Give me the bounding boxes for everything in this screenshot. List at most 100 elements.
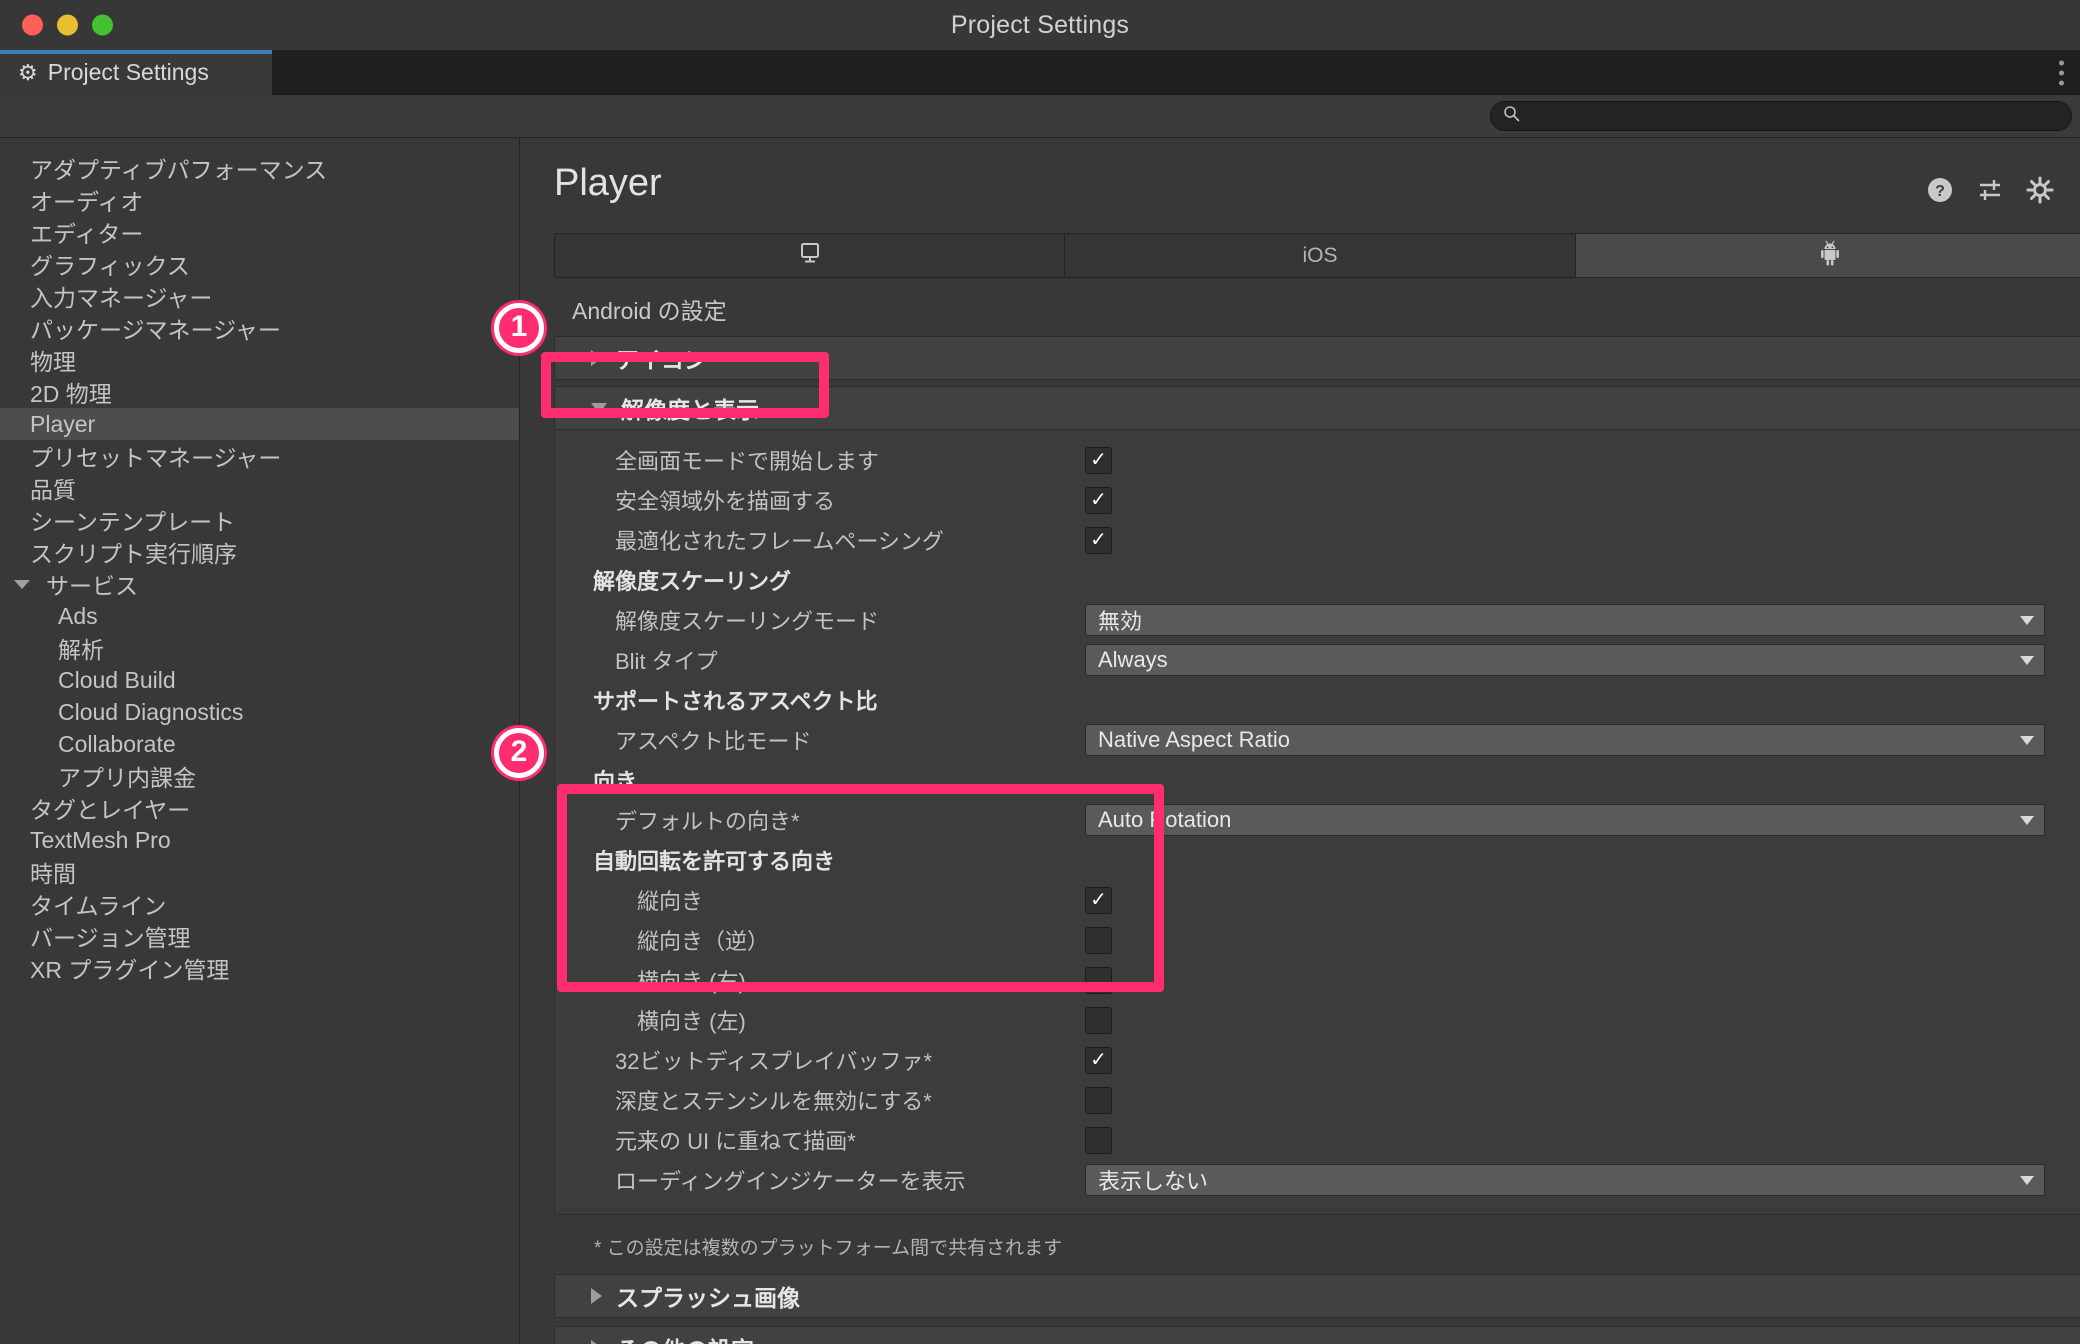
sidebar-item-9[interactable]: プリセットマネージャー [0, 440, 519, 472]
platform-tabs[interactable]: iOS [554, 233, 2080, 278]
gear-icon[interactable] [2026, 176, 2054, 209]
kebab-menu-icon[interactable] [2059, 60, 2064, 85]
help-icon[interactable]: ? [1926, 176, 1954, 209]
checkbox[interactable]: ✓ [1085, 1046, 1112, 1074]
sidebar-item-10[interactable]: 品質 [0, 472, 519, 504]
settings-row-label: 横向き (右) [637, 969, 746, 994]
settings-row-label: 縦向き（逆） [637, 929, 770, 954]
settings-row-checkbox[interactable]: 32ビットディスプレイバッファ* ✓ [555, 1040, 2080, 1080]
checkbox[interactable]: ✓ [1085, 486, 1112, 514]
platform-tab-0[interactable] [555, 234, 1066, 277]
sidebar-item-label: グラフィックス [30, 253, 190, 279]
search-input[interactable] [1528, 105, 2059, 127]
close-window-button[interactable] [22, 14, 43, 36]
settings-row-checkbox[interactable]: 安全領域外を描画する ✓ [555, 480, 2080, 520]
sidebar-item-12[interactable]: スクリプト実行順序 [0, 536, 519, 568]
settings-row-dropdown[interactable]: デフォルトの向き* Auto Rotation [555, 800, 2080, 840]
checkbox[interactable] [1085, 1126, 1112, 1154]
maximize-window-button[interactable] [92, 14, 113, 36]
checkbox[interactable] [1085, 1086, 1112, 1114]
dropdown-value: Native Aspect Ratio [1098, 727, 1290, 752]
settings-panel: Android の設定 アイコン 解像度と表示 全画面モードで開始します ✓ 安全領… [554, 278, 2080, 1344]
settings-row-label: デフォルトの向き* [615, 809, 800, 834]
chevron-down-icon[interactable] [14, 579, 30, 589]
preset-sliders-icon[interactable] [1976, 176, 2004, 209]
dropdown[interactable]: Native Aspect Ratio [1085, 724, 2045, 756]
dropdown[interactable]: Auto Rotation [1085, 804, 2045, 836]
settings-row-checkbox[interactable]: 元来の UI に重ねて描画* [555, 1120, 2080, 1160]
page-header: Player ? [520, 138, 2080, 209]
settings-row-dropdown[interactable]: ローディングインジケーターを表示 表示しない [555, 1160, 2080, 1200]
settings-row-label: 全画面モードで開始します [615, 449, 880, 474]
sidebar-item-18[interactable]: Collaborate [0, 728, 519, 760]
checkbox[interactable]: ✓ [1085, 446, 1112, 474]
sidebar-item-2[interactable]: エディター [0, 216, 519, 248]
settings-sidebar[interactable]: アダプティブパフォーマンスオーディオ エディターグラフィックス 入力マネージャーパッ… [0, 138, 520, 1344]
settings-group-header: 自動回転を許可する向き [555, 840, 2080, 880]
sidebar-item-23[interactable]: タイムライン [0, 888, 519, 920]
checkbox[interactable]: ✓ [1085, 886, 1112, 914]
sidebar-item-8[interactable]: Player [0, 408, 519, 440]
sidebar-item-label: バージョン管理 [30, 925, 191, 951]
sidebar-item-label: パッケージマネージャー [30, 317, 281, 343]
chevron-down-icon [2020, 615, 2034, 625]
settings-row-checkbox[interactable]: 横向き (右) [555, 960, 2080, 1000]
sidebar-item-13[interactable]: サービス [0, 568, 519, 600]
sidebar-item-19[interactable]: アプリ内課金 [0, 760, 519, 792]
sidebar-item-label: 入力マネージャー [30, 285, 213, 311]
checkbox[interactable] [1085, 1006, 1112, 1034]
sidebar-item-20[interactable]: タグとレイヤー [0, 792, 519, 824]
settings-row-dropdown[interactable]: 解像度スケーリングモード 無効 [555, 600, 2080, 640]
tab-project-settings-label: Project Settings [47, 59, 209, 85]
page-header-icons: ? [1926, 158, 2054, 209]
platform-tab-label: iOS [1302, 243, 1338, 267]
sidebar-item-label: オーディオ [30, 189, 144, 215]
foldout-resolution-display[interactable]: 解像度と表示 [554, 386, 2080, 430]
sidebar-item-6[interactable]: 物理 [0, 344, 519, 376]
checkbox[interactable]: ✓ [1085, 526, 1112, 554]
settings-row-checkbox[interactable]: 最適化されたフレームペーシング ✓ [555, 520, 2080, 560]
search-box[interactable] [1490, 101, 2072, 131]
settings-row-dropdown[interactable]: Blit タイプ Always [555, 640, 2080, 680]
sidebar-item-14[interactable]: Ads [0, 600, 519, 632]
foldout-splash-image-label: スプラッシュ画像 [616, 1285, 800, 1311]
dropdown[interactable]: Always [1085, 644, 2045, 676]
foldout-splash-image[interactable]: スプラッシュ画像 [554, 1274, 2080, 1318]
settings-row-checkbox[interactable]: 縦向き（逆） [555, 920, 2080, 960]
dropdown[interactable]: 無効 [1085, 604, 2045, 636]
sidebar-item-1[interactable]: オーディオ [0, 184, 519, 216]
sidebar-item-11[interactable]: シーンテンプレート [0, 504, 519, 536]
sidebar-item-5[interactable]: パッケージマネージャー [0, 312, 519, 344]
sidebar-item-22[interactable]: 時間 [0, 856, 519, 888]
checkbox[interactable] [1085, 926, 1112, 954]
sidebar-item-7[interactable]: 2D 物理 [0, 376, 519, 408]
sidebar-item-21[interactable]: TextMesh Pro [0, 824, 519, 856]
checkbox[interactable] [1085, 966, 1112, 994]
foldout-icon[interactable]: アイコン [554, 336, 2080, 380]
sidebar-item-24[interactable]: バージョン管理 [0, 920, 519, 952]
settings-row-label: Blit タイプ [615, 649, 718, 674]
sidebar-item-17[interactable]: Cloud Diagnostics [0, 696, 519, 728]
platform-tab-2[interactable] [1575, 234, 2080, 277]
foldout-other-settings[interactable]: その他の設定 [554, 1326, 2080, 1344]
sidebar-item-0[interactable]: アダプティブパフォーマンス [0, 152, 519, 184]
sidebar-item-4[interactable]: 入力マネージャー [0, 280, 519, 312]
sidebar-item-3[interactable]: グラフィックス [0, 248, 519, 280]
settings-row-checkbox[interactable]: 横向き (左) [555, 1000, 2080, 1040]
platform-tab-1[interactable]: iOS [1065, 234, 1576, 277]
sidebar-item-25[interactable]: XR プラグイン管理 [0, 952, 519, 984]
settings-group-header-label: サポートされるアスペクト比 [593, 689, 878, 714]
settings-group-header: 解像度スケーリング [555, 560, 2080, 600]
settings-row-checkbox[interactable]: 深度とステンシルを無効にする* [555, 1080, 2080, 1120]
sidebar-item-16[interactable]: Cloud Build [0, 664, 519, 696]
settings-row-checkbox[interactable]: 全画面モードで開始します ✓ [555, 440, 2080, 480]
settings-row-dropdown[interactable]: アスペクト比モード Native Aspect Ratio [555, 720, 2080, 760]
minimize-window-button[interactable] [57, 14, 78, 36]
sidebar-item-15[interactable]: 解析 [0, 632, 519, 664]
chevron-down-icon [2020, 815, 2034, 825]
tab-project-settings[interactable]: ⚙ Project Settings [0, 50, 272, 95]
sidebar-item-label: シーンテンプレート [30, 509, 236, 535]
dropdown[interactable]: 表示しない [1085, 1164, 2045, 1196]
foldout-other-settings-label: その他の設定 [616, 1331, 754, 1344]
settings-row-checkbox[interactable]: 縦向き ✓ [555, 880, 2080, 920]
